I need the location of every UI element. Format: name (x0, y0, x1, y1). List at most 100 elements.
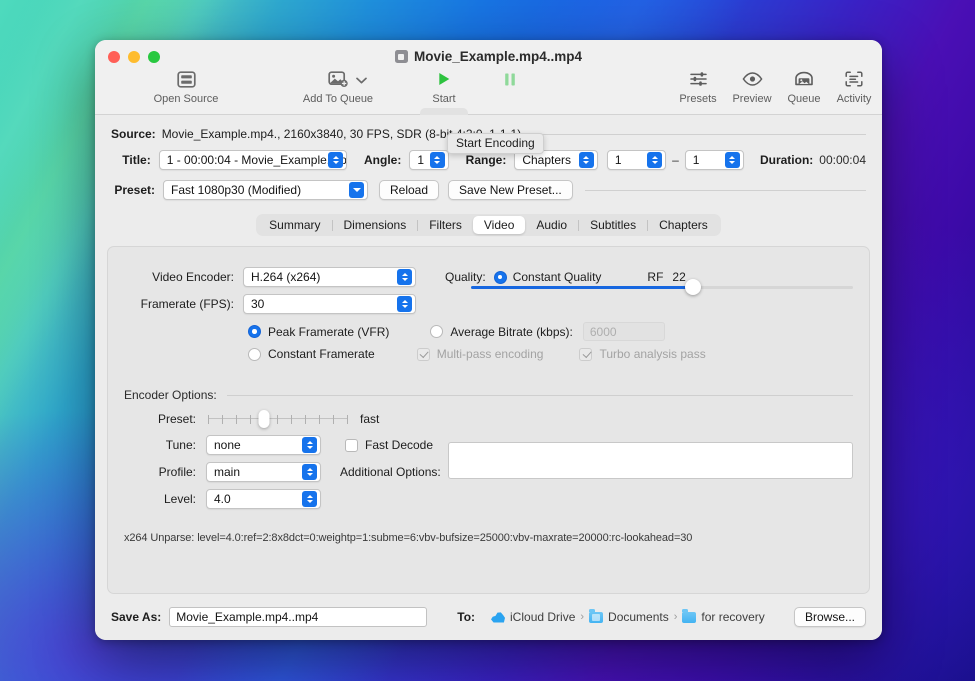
save-as-value: Movie_Example.mp4..mp4 (176, 610, 319, 624)
additional-options-value (449, 443, 852, 449)
level-row: Level: 4.0 (124, 489, 853, 509)
tab-filters[interactable]: Filters (418, 216, 473, 234)
framerate-label: Framerate (FPS): (140, 297, 234, 311)
duration-label: Duration: (759, 153, 814, 167)
stepper-arrows-icon (302, 437, 317, 453)
constant-framerate-row: Constant Framerate Multi-pass encoding T… (124, 347, 853, 361)
path-segment-documents[interactable]: Documents (608, 610, 669, 624)
folder-icon (589, 609, 604, 623)
stepper-arrows-icon (647, 152, 663, 168)
add-to-queue-dropdown[interactable] (353, 71, 369, 89)
tab-summary[interactable]: Summary (258, 216, 331, 234)
average-bitrate-label: Average Bitrate (kbps): (450, 324, 573, 339)
stepper-arrows-icon (578, 152, 594, 168)
average-bitrate-input[interactable]: 6000 (582, 322, 665, 341)
encoder-preset-slider[interactable] (208, 410, 348, 428)
peak-framerate-row: Peak Framerate (VFR) Average Bitrate (kb… (124, 322, 853, 341)
tab-subtitles[interactable]: Subtitles (579, 216, 647, 234)
activity-icon (845, 68, 863, 90)
multi-pass-checkbox[interactable] (416, 347, 430, 361)
constant-framerate-radio[interactable] (248, 347, 261, 361)
range-from-value: 1 (614, 153, 622, 167)
rf-slider-thumb[interactable] (684, 279, 701, 295)
tab-video[interactable]: Video (472, 216, 526, 234)
video-encoder-value: H.264 (x264) (251, 270, 321, 284)
stepper-arrows-icon (302, 491, 317, 507)
start-encoding-tooltip: Start Encoding (447, 133, 544, 154)
range-type-value: Chapters (522, 153, 572, 167)
path-segment-icloud[interactable]: iCloud Drive (510, 610, 575, 624)
toolbar-open-source-label: Open Source (153, 93, 219, 105)
range-dash: – (672, 153, 679, 167)
preset-label: Preset: (114, 183, 155, 197)
preset-slider-thumb[interactable] (258, 410, 270, 428)
stepper-arrows-icon (724, 152, 740, 168)
stepper-arrows-icon (397, 296, 412, 312)
stepper-arrows-icon (429, 152, 445, 168)
toolbar-activity-label: Activity (836, 93, 872, 105)
framerate-select[interactable]: 30 (243, 294, 416, 314)
play-icon (436, 68, 452, 90)
tab-chapters[interactable]: Chapters (648, 216, 719, 234)
tune-select[interactable]: none (206, 435, 321, 455)
handbrake-window: Movie_Example.mp4..mp4 Open Source Add T… (95, 40, 882, 640)
rf-slider-track-on (471, 286, 693, 289)
profile-select[interactable]: main (206, 462, 321, 482)
toolbar-activity[interactable]: Activity (810, 68, 882, 105)
framerate-row: Framerate (FPS): 30 (124, 294, 853, 314)
turbo-analysis-checkbox[interactable] (579, 347, 593, 361)
angle-select[interactable]: 1 (409, 150, 449, 170)
peak-framerate-label: Peak Framerate (VFR) (268, 324, 390, 339)
window-title-bar: Movie_Example.mp4..mp4 (95, 49, 882, 64)
save-as-bar: Save As: Movie_Example.mp4..mp4 To: iClo… (95, 594, 882, 640)
preset-slider-ticks (208, 413, 348, 425)
video-encoder-select[interactable]: H.264 (x264) (243, 267, 416, 287)
toolbar-start-label: Start (432, 93, 456, 105)
path-separator-icon: › (673, 611, 678, 623)
path-segment-for-recovery[interactable]: for recovery (701, 610, 764, 624)
range-label: Range: (465, 153, 507, 167)
title-select[interactable]: 1 - 00:00:04 - Movie_Example.mp4. (158, 150, 347, 170)
rf-slider[interactable] (471, 279, 853, 295)
range-from-stepper[interactable]: 1 (606, 150, 667, 170)
profile-label: Profile: (158, 465, 196, 479)
window-toolbar: Movie_Example.mp4..mp4 Open Source Add T… (95, 40, 882, 154)
preset-select[interactable]: Fast 1080p30 (Modified) (163, 180, 368, 200)
window-content: Source: Movie_Example.mp4., 2160x3840, 3… (95, 115, 882, 594)
reload-preset-button[interactable]: Reload (379, 180, 440, 200)
additional-options-input[interactable] (448, 442, 853, 479)
toolbar-pause[interactable] (466, 68, 554, 90)
tune-value: none (214, 438, 241, 452)
peak-framerate-radio[interactable] (248, 325, 261, 338)
encoder-preset-row: Preset: fast (124, 410, 853, 428)
destination-label: To: (457, 610, 476, 624)
turbo-analysis-label: Turbo analysis pass (599, 347, 706, 361)
preset-select-value: Fast 1080p30 (Modified) (171, 183, 302, 197)
toolbar-add-to-queue-label: Add To Queue (302, 93, 374, 105)
rf-slider-track (471, 279, 853, 295)
fast-decode-checkbox[interactable] (345, 438, 358, 452)
duration-value: 00:00:04 (819, 153, 866, 167)
destination-path[interactable]: iCloud Drive › Documents › for recovery (491, 609, 765, 624)
stepper-arrows-icon (397, 269, 412, 285)
browse-button[interactable]: Browse... (793, 607, 866, 627)
encoder-options-heading: Encoder Options: (124, 388, 853, 402)
video-settings-panel: Video Encoder: H.264 (x264) Quality: Con… (107, 246, 870, 594)
save-new-preset-button[interactable]: Save New Preset... (448, 180, 573, 200)
toolbar-open-source[interactable]: Open Source (142, 68, 230, 105)
preset-row: Preset: Fast 1080p30 (Modified) Reload S… (107, 170, 870, 200)
average-bitrate-radio[interactable] (430, 325, 444, 338)
window-title-text: Movie_Example.mp4..mp4 (413, 49, 583, 64)
save-as-input[interactable]: Movie_Example.mp4..mp4 (169, 607, 428, 627)
tab-dimensions[interactable]: Dimensions (333, 216, 418, 234)
level-select[interactable]: 4.0 (206, 489, 321, 509)
fast-decode-label: Fast Decode (365, 438, 434, 452)
profile-value: main (214, 465, 241, 479)
tab-audio[interactable]: Audio (525, 216, 578, 234)
preset-divider (584, 189, 866, 191)
range-to-stepper[interactable]: 1 (684, 150, 744, 170)
multi-pass-label: Multi-pass encoding (436, 347, 544, 361)
average-bitrate-value: 6000 (589, 324, 617, 339)
pause-icon (503, 68, 517, 90)
level-value: 4.0 (214, 492, 231, 506)
